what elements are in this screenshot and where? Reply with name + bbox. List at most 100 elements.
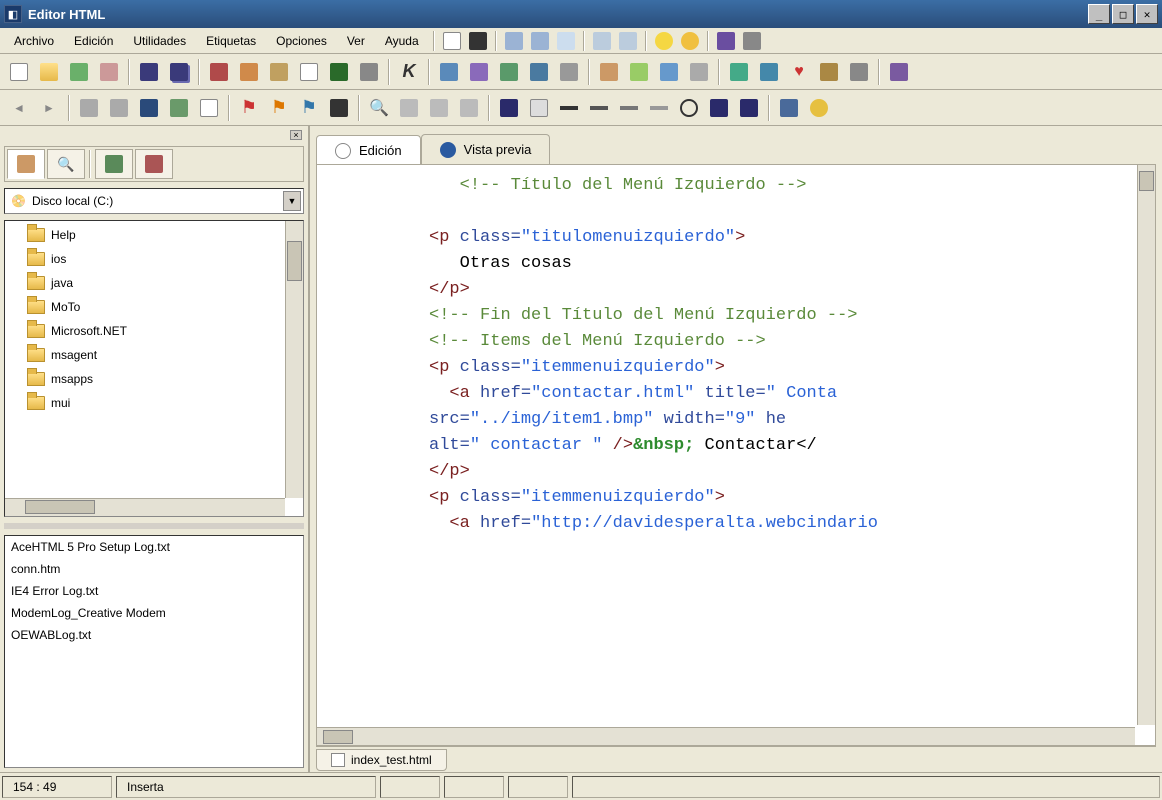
heart-button[interactable]: ♥ xyxy=(785,58,813,86)
quick-new-icon[interactable] xyxy=(441,30,463,52)
menu-opciones[interactable]: Opciones xyxy=(266,31,337,51)
menu-archivo[interactable]: Archivo xyxy=(4,31,64,51)
grid-button[interactable] xyxy=(775,94,803,122)
style4-button[interactable] xyxy=(685,58,713,86)
color4-button[interactable] xyxy=(845,58,873,86)
bulb-button[interactable] xyxy=(805,94,833,122)
stop-button[interactable] xyxy=(75,94,103,122)
close-doc-button[interactable] xyxy=(95,58,123,86)
flag-red-button[interactable]: ⚑ xyxy=(235,94,263,122)
file-item[interactable]: OEWABLog.txt xyxy=(5,624,303,646)
rect1-button[interactable] xyxy=(705,94,733,122)
menu-ver[interactable]: Ver xyxy=(337,31,375,51)
flag-orange-button[interactable]: ⚑ xyxy=(265,94,293,122)
rect2-button[interactable] xyxy=(735,94,763,122)
code-editor[interactable]: <!-- Título del Menú Izquierdo --> <p cl… xyxy=(316,164,1156,746)
copy-button[interactable] xyxy=(235,58,263,86)
cut-button[interactable] xyxy=(205,58,233,86)
sidebar-splitter[interactable] xyxy=(4,523,304,529)
quick-help-icon[interactable] xyxy=(715,30,737,52)
style3-button[interactable] xyxy=(655,58,683,86)
tab-vista-previa[interactable]: Vista previa xyxy=(421,134,551,164)
doc-button[interactable] xyxy=(295,58,323,86)
paste-button[interactable] xyxy=(265,58,293,86)
sidebar-tab-history[interactable] xyxy=(135,149,173,179)
chevron-down-icon[interactable]: ▼ xyxy=(283,191,301,211)
file-item[interactable]: conn.htm xyxy=(5,558,303,580)
hr1-button[interactable] xyxy=(555,94,583,122)
scrollbar-vertical[interactable] xyxy=(1137,165,1155,725)
style1-button[interactable] xyxy=(595,58,623,86)
image-button[interactable] xyxy=(325,58,353,86)
flag-blue-button[interactable]: ⚑ xyxy=(295,94,323,122)
goto-button[interactable] xyxy=(455,94,483,122)
quick-copy-icon[interactable] xyxy=(555,30,577,52)
list-button[interactable] xyxy=(555,58,583,86)
scrollbar-horizontal[interactable] xyxy=(317,727,1135,745)
form-button[interactable] xyxy=(465,58,493,86)
document-tab[interactable]: index_test.html xyxy=(316,749,447,771)
save-button[interactable] xyxy=(135,58,163,86)
quick-undo-icon[interactable] xyxy=(503,30,525,52)
page-button[interactable] xyxy=(195,94,223,122)
scrollbar-vertical[interactable] xyxy=(285,221,303,498)
tab-edicion[interactable]: Edición xyxy=(316,135,421,165)
menu-etiquetas[interactable]: Etiquetas xyxy=(196,31,266,51)
file-item[interactable]: AceHTML 5 Pro Setup Log.txt xyxy=(5,536,303,558)
replace-button[interactable] xyxy=(425,94,453,122)
anchor-button[interactable] xyxy=(525,58,553,86)
run-button[interactable]: K xyxy=(395,58,423,86)
home-button[interactable] xyxy=(135,94,163,122)
code-content[interactable]: <!-- Título del Menú Izquierdo --> <p cl… xyxy=(317,165,1135,725)
quick-smiley-icon[interactable] xyxy=(653,30,675,52)
menu-utilidades[interactable]: Utilidades xyxy=(123,31,196,51)
quick-bulb-icon[interactable] xyxy=(679,30,701,52)
circle-button[interactable] xyxy=(675,94,703,122)
close-button[interactable]: ✕ xyxy=(1136,4,1158,24)
refresh-button[interactable] xyxy=(105,94,133,122)
sidebar-tab-explorer[interactable] xyxy=(7,149,45,179)
quick-grid-icon[interactable] xyxy=(591,30,613,52)
open-button[interactable] xyxy=(35,58,63,86)
hr3-button[interactable] xyxy=(615,94,643,122)
color3-button[interactable] xyxy=(815,58,843,86)
quick-pane-icon[interactable] xyxy=(617,30,639,52)
link-button[interactable] xyxy=(495,58,523,86)
scrollbar-horizontal[interactable] xyxy=(5,498,285,516)
new-button[interactable] xyxy=(5,58,33,86)
nav-fwd-button[interactable]: ► xyxy=(35,94,63,122)
color1-button[interactable] xyxy=(725,58,753,86)
hr2-button[interactable] xyxy=(585,94,613,122)
tag-button[interactable] xyxy=(325,94,353,122)
print-button[interactable] xyxy=(355,58,383,86)
file-list[interactable]: AceHTML 5 Pro Setup Log.txt conn.htm IE4… xyxy=(4,535,304,768)
sidebar-tab-favorites[interactable] xyxy=(95,149,133,179)
comment-button[interactable] xyxy=(525,94,553,122)
file-item[interactable]: IE4 Error Log.txt xyxy=(5,580,303,602)
sidebar-close-button[interactable]: × xyxy=(290,130,302,140)
quick-redo-icon[interactable] xyxy=(529,30,551,52)
bookmark-button[interactable] xyxy=(495,94,523,122)
quick-script-icon[interactable] xyxy=(467,30,489,52)
sidebar-tab-separator xyxy=(89,150,91,178)
folder-tree[interactable]: Help ios java MoTo Microsoft.NET msagent… xyxy=(4,220,304,517)
quick-option-icon[interactable] xyxy=(741,30,763,52)
maximize-button[interactable]: □ xyxy=(1112,4,1134,24)
find-next-button[interactable] xyxy=(395,94,423,122)
reopen-button[interactable] xyxy=(65,58,93,86)
file-item[interactable]: ModemLog_Creative Modem xyxy=(5,602,303,624)
hr4-button[interactable] xyxy=(645,94,673,122)
find-button[interactable]: 🔍 xyxy=(365,94,393,122)
menu-ayuda[interactable]: Ayuda xyxy=(375,31,429,51)
color2-button[interactable] xyxy=(755,58,783,86)
plugin-button[interactable] xyxy=(885,58,913,86)
minimize-button[interactable]: _ xyxy=(1088,4,1110,24)
style2-button[interactable] xyxy=(625,58,653,86)
menu-edicion[interactable]: Edición xyxy=(64,31,123,51)
blank-button[interactable] xyxy=(165,94,193,122)
table-button[interactable] xyxy=(435,58,463,86)
nav-back-button[interactable]: ◄ xyxy=(5,94,33,122)
save-all-button[interactable] xyxy=(165,58,193,86)
drive-selector[interactable]: 📀 Disco local (C:) ▼ xyxy=(4,188,304,214)
sidebar-tab-search[interactable]: 🔍 xyxy=(47,149,85,179)
